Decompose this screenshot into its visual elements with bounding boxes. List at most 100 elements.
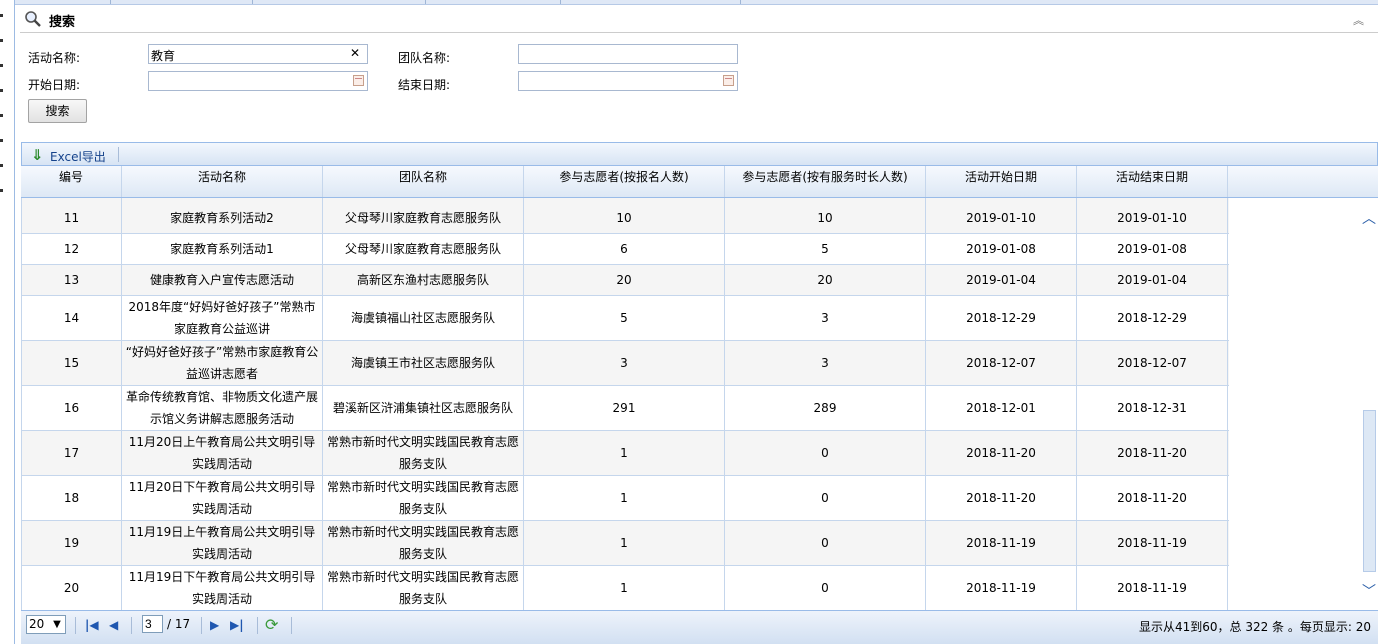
chevron-down-icon[interactable]: ﹀ (1362, 581, 1376, 601)
table-cell-end: 2019-01-08 (1077, 234, 1228, 264)
grid-body: 11 家庭教育系列活动2 父母琴川家庭教育志愿服务队 10 10 2019-01-10 20… (21, 198, 1361, 610)
next-page-icon[interactable]: ▶ (210, 618, 219, 632)
table-row[interactable]: 17 11月20日上午教育局公共文明引导实践周活动 常熟市新时代文明实践国民教育志愿… (21, 431, 1229, 476)
table-cell-start: 2018-11-20 (926, 476, 1077, 520)
table-cell-end: 2018-11-19 (1077, 521, 1228, 565)
table-cell-team: 父母琴川家庭教育志愿服务队 (323, 234, 524, 264)
table-row[interactable]: 12 家庭教育系列活动1 父母琴川家庭教育志愿服务队 6 5 2019-01-08 2019… (21, 234, 1229, 265)
search-panel-header: 搜索 ︽ (20, 6, 1378, 33)
chevron-up-icon[interactable]: ︿ (1362, 208, 1376, 228)
team-name-input[interactable] (518, 44, 738, 64)
first-page-icon[interactable]: |◀ (85, 618, 99, 632)
table-cell-id: 16 (21, 386, 122, 430)
toolbar-divider (118, 147, 119, 162)
page-size-value: 20 (29, 617, 45, 631)
table-cell-end: 2018-12-29 (1077, 296, 1228, 340)
table-cell-signup: 291 (524, 386, 725, 430)
table-cell-team: 父母琴川家庭教育志愿服务队 (323, 203, 524, 233)
clear-icon[interactable]: ✕ (350, 46, 360, 60)
pager-divider (75, 617, 76, 634)
table-cell-end: 2018-11-19 (1077, 566, 1228, 610)
table-cell-start: 2019-01-10 (926, 203, 1077, 233)
table-row[interactable]: 19 11月19日上午教育局公共文明引导实践周活动 常熟市新时代文明实践国民教育志愿… (21, 521, 1229, 566)
table-cell-end: 2019-01-04 (1077, 265, 1228, 295)
table-cell-start: 2018-11-19 (926, 566, 1077, 610)
table-cell-id: 13 (21, 265, 122, 295)
end-date-input[interactable] (518, 71, 738, 91)
search-icon (25, 11, 41, 27)
table-cell-signup: 1 (524, 566, 725, 610)
table-cell-signup: 1 (524, 431, 725, 475)
search-panel-title: 搜索 (49, 15, 76, 30)
table-cell-served: 0 (725, 521, 926, 565)
table-cell-end: 2019-01-10 (1077, 203, 1228, 233)
calendar-icon[interactable] (353, 75, 364, 86)
column-header[interactable]: 活动结束日期 (1077, 166, 1228, 197)
table-cell-signup: 6 (524, 234, 725, 264)
table-cell-name: 11月20日下午教育局公共文明引导实践周活动 (122, 476, 323, 520)
pager-bar: 20 ▼ |◀ ◀ / 17 ▶ ▶| ⟳ 显示从41到60，总 322 条 。… (21, 610, 1378, 644)
table-cell-id: 14 (21, 296, 122, 340)
refresh-icon[interactable]: ⟳ (265, 615, 278, 634)
start-date-input[interactable] (148, 71, 368, 91)
table-row[interactable]: 18 11月20日下午教育局公共文明引导实践周活动 常熟市新时代文明实践国民教育志愿… (21, 476, 1229, 521)
left-frame-strip (0, 0, 15, 644)
table-cell-id: 20 (21, 566, 122, 610)
table-cell-name: 11月20日上午教育局公共文明引导实践周活动 (122, 431, 323, 475)
collapse-icon[interactable]: ︽ (1353, 12, 1364, 28)
search-button[interactable]: 搜索 (28, 99, 87, 123)
end-date-label: 结束日期: (398, 78, 451, 92)
table-cell-served: 5 (725, 234, 926, 264)
table-cell-name: 11月19日上午教育局公共文明引导实践周活动 (122, 521, 323, 565)
table-cell-start: 2018-12-07 (926, 341, 1077, 385)
calendar-icon[interactable] (723, 75, 734, 86)
table-cell-signup: 1 (524, 476, 725, 520)
grid-toolbar: ⇓ Excel导出 (21, 142, 1378, 166)
chevron-down-icon: ▼ (53, 619, 61, 630)
last-page-icon[interactable]: ▶| (230, 618, 244, 632)
table-cell-end: 2018-11-20 (1077, 431, 1228, 475)
column-header[interactable]: 活动开始日期 (926, 166, 1077, 197)
column-header[interactable]: 参与志愿者(按报名人数) (524, 166, 725, 197)
table-cell-team: 碧溪新区浒浦集镇社区志愿服务队 (323, 386, 524, 430)
table-cell-name: 家庭教育系列活动1 (122, 234, 323, 264)
table-cell-team: 常熟市新时代文明实践国民教育志愿服务支队 (323, 521, 524, 565)
table-cell-start: 2018-11-20 (926, 431, 1077, 475)
table-cell-served: 3 (725, 341, 926, 385)
column-header[interactable]: 活动名称 (122, 166, 323, 197)
table-row[interactable]: 14 2018年度“好妈好爸好孩子”常熟市家庭教育公益巡讲 海虞镇福山社区志愿服务队… (21, 296, 1229, 341)
table-row[interactable]: 11 家庭教育系列活动2 父母琴川家庭教育志愿服务队 10 10 2019-01-10 20… (21, 203, 1229, 234)
table-cell-id: 11 (21, 203, 122, 233)
pager-divider (291, 617, 292, 634)
table-row[interactable]: 15 “好妈好爸好孩子”常熟市家庭教育公益巡讲志愿者 海虞镇王市社区志愿服务队 3 3 2… (21, 341, 1229, 386)
download-arrow-icon: ⇓ (31, 146, 44, 164)
table-cell-served: 0 (725, 431, 926, 475)
page-number-input[interactable] (142, 615, 163, 633)
table-cell-served: 3 (725, 296, 926, 340)
table-cell-start: 2019-01-04 (926, 265, 1077, 295)
table-cell-signup: 10 (524, 203, 725, 233)
table-cell-served: 10 (725, 203, 926, 233)
activity-name-input[interactable]: 教育 ✕ (148, 44, 368, 64)
vertical-scrollbar[interactable]: ︿ ﹀ (1361, 198, 1378, 610)
prev-page-icon[interactable]: ◀ (109, 618, 118, 632)
activity-name-label: 活动名称: (28, 51, 81, 65)
table-cell-name: 健康教育入户宣传志愿活动 (122, 265, 323, 295)
table-cell-signup: 1 (524, 521, 725, 565)
table-cell-end: 2018-12-31 (1077, 386, 1228, 430)
table-row[interactable]: 16 革命传统教育馆、非物质文化遗产展示馆义务讲解志愿服务活动 碧溪新区浒浦集镇社区… (21, 386, 1229, 431)
table-row[interactable]: 20 11月19日下午教育局公共文明引导实践周活动 常熟市新时代文明实践国民教育志愿… (21, 566, 1229, 610)
column-header[interactable]: 编号 (21, 166, 122, 197)
excel-export-button[interactable]: Excel导出 (50, 148, 106, 165)
table-row[interactable]: 13 健康教育入户宣传志愿活动 高新区东渔村志愿服务队 20 20 2019-01-04 2… (21, 265, 1229, 296)
table-cell-signup: 5 (524, 296, 725, 340)
table-cell-id: 12 (21, 234, 122, 264)
table-cell-signup: 3 (524, 341, 725, 385)
table-cell-team: 常熟市新时代文明实践国民教育志愿服务支队 (323, 566, 524, 610)
page-size-select[interactable]: 20 ▼ (26, 615, 66, 634)
scrollbar-thumb[interactable] (1363, 410, 1376, 572)
column-header[interactable]: 团队名称 (323, 166, 524, 197)
column-header[interactable]: 参与志愿者(按有服务时长人数) (725, 166, 926, 197)
table-cell-id: 17 (21, 431, 122, 475)
table-cell-name: “好妈好爸好孩子”常熟市家庭教育公益巡讲志愿者 (122, 341, 323, 385)
